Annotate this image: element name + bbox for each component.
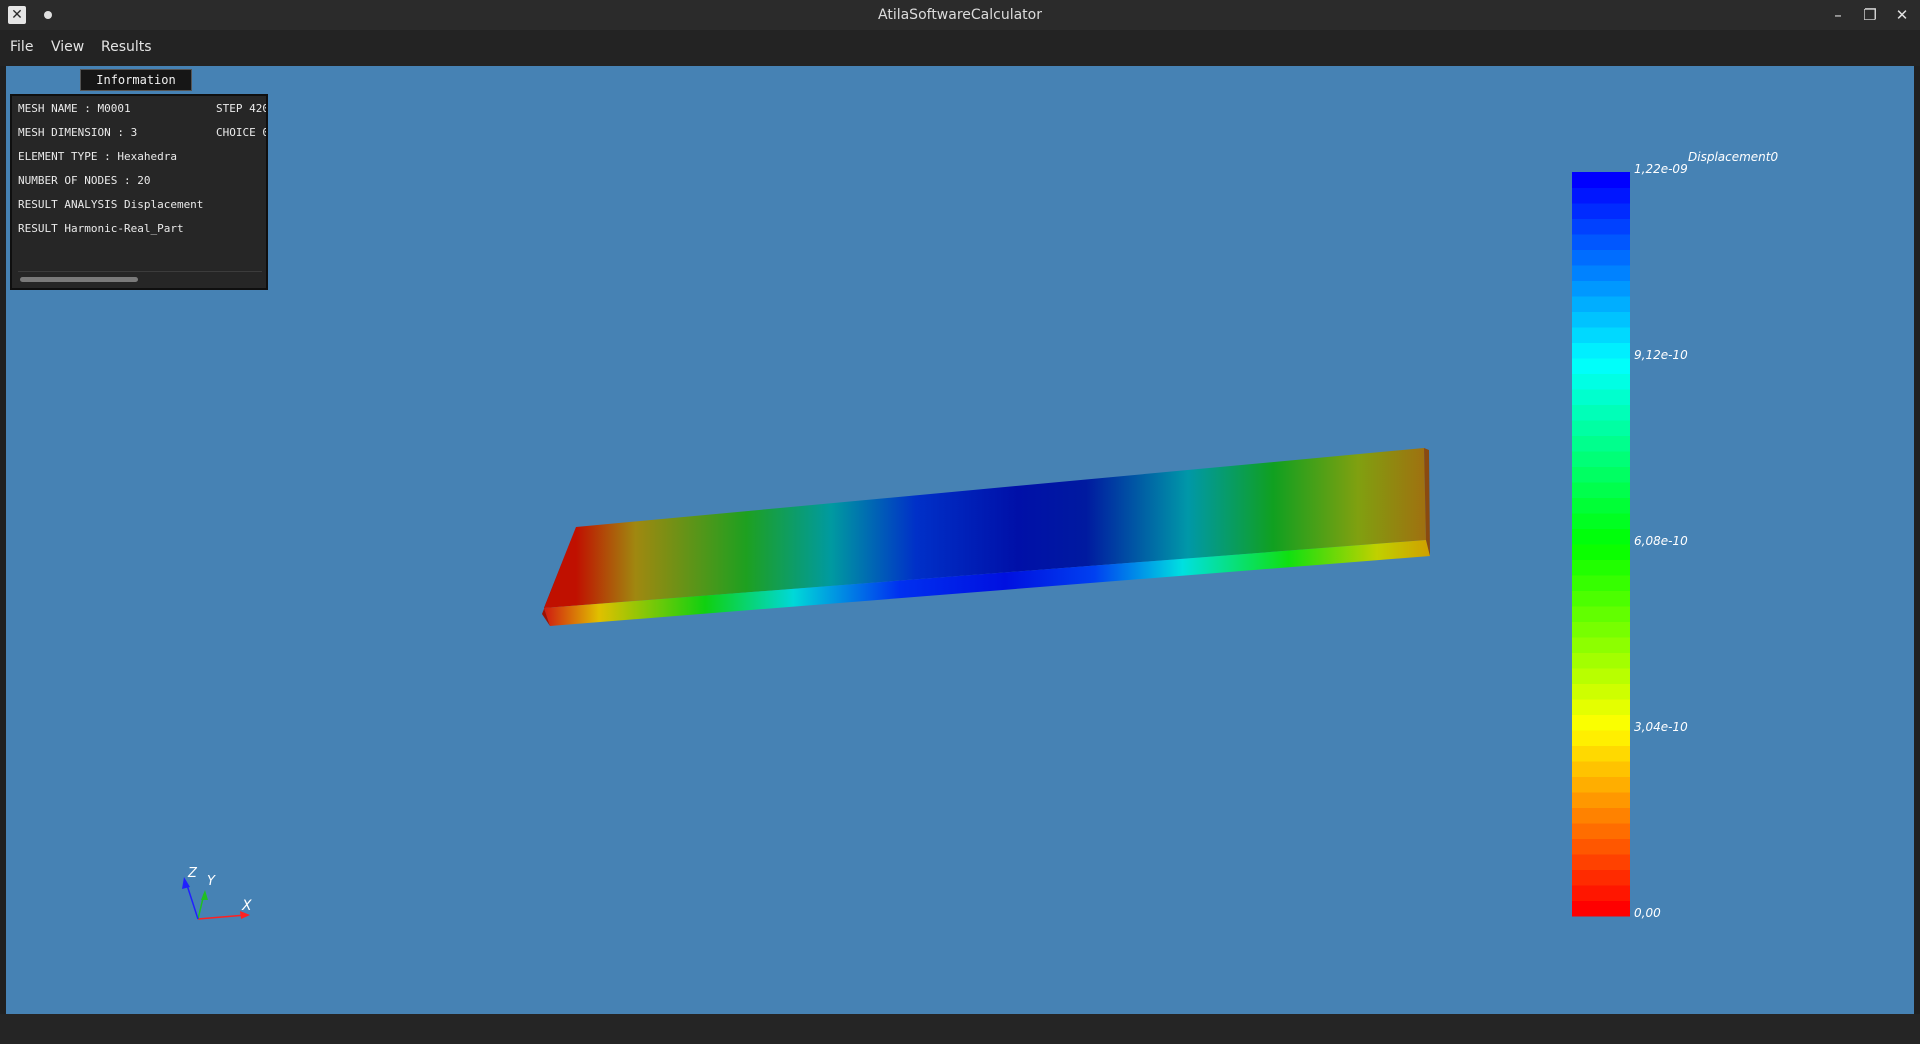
- colorbar-band: [1572, 528, 1630, 545]
- title-bar: ✕ AtilaSoftwareCalculator – ❐ ✕: [0, 0, 1920, 30]
- info-element-type: ELEMENT TYPE : Hexahedra: [18, 150, 177, 163]
- colorbar-band: [1572, 683, 1630, 700]
- colorbar-band: [1572, 838, 1630, 855]
- colorbar-band: [1572, 311, 1630, 328]
- colorbar-band: [1572, 745, 1630, 762]
- colorbar-band: [1572, 187, 1630, 204]
- colorbar-band: [1572, 327, 1630, 343]
- colorbar-band: [1572, 358, 1630, 374]
- colorbar-band: [1572, 389, 1630, 405]
- colorbar-band: [1572, 280, 1630, 297]
- colorbar-band: [1572, 776, 1630, 793]
- x-axis-label: X: [242, 898, 252, 914]
- colorbar-band: [1572, 451, 1630, 467]
- colorbar-band: [1572, 218, 1630, 235]
- colorbar: [1572, 172, 1630, 917]
- colorbar-band: [1572, 714, 1630, 731]
- y-axis-label: Y: [207, 874, 215, 889]
- colorbar-band: [1572, 900, 1630, 917]
- colorbar-band: [1572, 249, 1630, 266]
- 3d-viewport[interactable]: Information MESH NAME : M0001 MESH DIMEN…: [6, 66, 1914, 1014]
- menu-file[interactable]: File: [10, 39, 33, 55]
- colorbar-band: [1572, 234, 1630, 250]
- colorbar-label-max: 1,22e-09: [1634, 162, 1688, 176]
- minimize-button[interactable]: –: [1826, 4, 1850, 26]
- colorbar-band: [1572, 621, 1630, 638]
- info-mesh-name: MESH NAME : M0001: [18, 102, 131, 115]
- colorbar-band: [1572, 652, 1630, 669]
- colorbar-band: [1572, 590, 1630, 607]
- colorbar-band: [1572, 466, 1630, 483]
- info-scrollbar-thumb[interactable]: [20, 277, 138, 282]
- colorbar-band: [1572, 404, 1630, 421]
- colorbar-band: [1572, 265, 1630, 281]
- colorbar-label-upper: 9,12e-10: [1634, 348, 1688, 362]
- colorbar-band: [1572, 544, 1630, 560]
- colorbar-band: [1572, 497, 1630, 514]
- colorbar-band: [1572, 559, 1630, 576]
- info-mesh-dimension: MESH DIMENSION : 3: [18, 126, 138, 139]
- menu-bar: File View Results: [0, 30, 1920, 66]
- colorbar-label-min: 0,00: [1634, 906, 1661, 920]
- info-result-analysis: RESULT ANALYSIS Displacement: [18, 198, 204, 211]
- colorbar-band: [1572, 823, 1630, 839]
- colorbar-band: [1572, 730, 1630, 746]
- info-number-of-nodes: NUMBER OF NODES : 20: [18, 174, 151, 187]
- colorbar-band: [1572, 807, 1630, 824]
- colorbar-band: [1572, 203, 1630, 219]
- x-axis-line: [197, 914, 247, 920]
- menu-results[interactable]: Results: [101, 39, 152, 55]
- colorbar-band: [1572, 854, 1630, 870]
- menu-view[interactable]: View: [51, 39, 84, 55]
- colorbar-band: [1572, 342, 1630, 359]
- scene-canvas[interactable]: [6, 66, 1914, 1014]
- status-bar: [0, 1014, 1920, 1044]
- colorbar-band: [1572, 435, 1630, 452]
- close-button[interactable]: ✕: [1890, 4, 1914, 26]
- colorbar-bands: [1572, 172, 1630, 917]
- colorbar-label-mid: 6,08e-10: [1634, 534, 1688, 548]
- colorbar-label-lower: 3,04e-10: [1634, 720, 1688, 734]
- restore-button[interactable]: ❐: [1858, 4, 1882, 26]
- beam-model[interactable]: [542, 448, 1430, 626]
- info-choice: CHOICE 0: [216, 126, 268, 139]
- colorbar-title: Displacement0: [1688, 150, 1779, 164]
- info-step: STEP 420: [216, 102, 268, 115]
- colorbar-band: [1572, 575, 1630, 591]
- window-title: AtilaSoftwareCalculator: [878, 7, 1042, 23]
- colorbar-band: [1572, 296, 1630, 312]
- colorbar-band: [1572, 792, 1630, 808]
- y-axis-arrow-icon: [201, 890, 208, 900]
- colorbar-band: [1572, 869, 1630, 886]
- colorbar-band: [1572, 699, 1630, 715]
- z-axis-label: Z: [188, 866, 197, 881]
- orientation-axes: [182, 877, 250, 920]
- colorbar-band: [1572, 885, 1630, 901]
- colorbar-band: [1572, 668, 1630, 684]
- colorbar-band: [1572, 373, 1630, 390]
- colorbar-band: [1572, 172, 1630, 188]
- colorbar-band: [1572, 420, 1630, 436]
- info-result: RESULT Harmonic-Real_Part: [18, 222, 184, 235]
- colorbar-band: [1572, 637, 1630, 653]
- information-panel: MESH NAME : M0001 MESH DIMENSION : 3 ELE…: [10, 94, 268, 290]
- information-tab[interactable]: Information: [80, 69, 192, 91]
- colorbar-band: [1572, 482, 1630, 498]
- info-horizontal-scrollbar[interactable]: [18, 271, 262, 282]
- colorbar-band: [1572, 606, 1630, 622]
- colorbar-band: [1572, 761, 1630, 777]
- colorbar-band: [1572, 513, 1630, 529]
